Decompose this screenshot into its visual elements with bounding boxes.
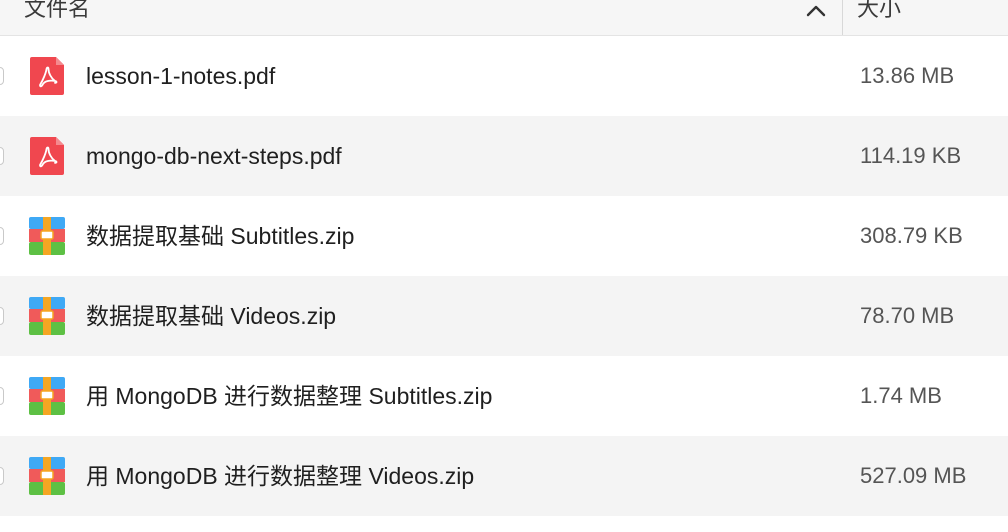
file-name: 用 MongoDB 进行数据整理 Videos.zip (86, 463, 475, 489)
pdf-file-icon (30, 57, 64, 95)
file-size: 78.70 MB (860, 303, 955, 328)
row-checkbox[interactable] (0, 307, 4, 325)
size-column-label: 大小 (857, 0, 902, 21)
zip-archive-icon (29, 297, 65, 335)
file-list: lesson-1-notes.pdf 13.86 MB mongo-db-nex… (0, 36, 1008, 516)
file-row[interactable]: 用 MongoDB 进行数据整理 Videos.zip 527.09 MB (0, 436, 1008, 516)
file-name: 数据提取基础 Videos.zip (86, 303, 337, 329)
row-checkbox[interactable] (0, 387, 4, 405)
file-name: 数据提取基础 Subtitles.zip (86, 223, 355, 249)
row-checkbox[interactable] (0, 467, 4, 485)
zip-archive-icon (29, 377, 65, 415)
file-size: 1.74 MB (860, 383, 942, 408)
row-checkbox[interactable] (0, 227, 4, 245)
file-size: 114.19 KB (860, 143, 962, 168)
size-column-header[interactable]: 大小 (843, 0, 1008, 35)
zip-archive-icon (29, 457, 65, 495)
column-header-bar: 文件名 大小 (0, 0, 1008, 36)
chevron-up-icon[interactable] (800, 0, 832, 22)
file-name: mongo-db-next-steps.pdf (86, 143, 342, 169)
file-row[interactable]: lesson-1-notes.pdf 13.86 MB (0, 36, 1008, 116)
name-column-label: 文件名 (24, 0, 91, 21)
file-list-window: 文件名 大小 lesson-1-notes.pdf 13.86 MB mongo… (0, 0, 1008, 532)
file-row[interactable]: 数据提取基础 Subtitles.zip 308.79 KB (0, 196, 1008, 276)
file-name: lesson-1-notes.pdf (86, 63, 276, 89)
row-checkbox[interactable] (0, 147, 4, 165)
row-checkbox[interactable] (0, 67, 4, 85)
file-row[interactable]: 数据提取基础 Videos.zip 78.70 MB (0, 276, 1008, 356)
file-size: 527.09 MB (860, 463, 967, 488)
file-size: 308.79 KB (860, 223, 963, 248)
pdf-file-icon (30, 137, 64, 175)
name-column-header[interactable]: 文件名 (0, 0, 842, 35)
file-row[interactable]: mongo-db-next-steps.pdf 114.19 KB (0, 116, 1008, 196)
file-size: 13.86 MB (860, 63, 955, 88)
file-row[interactable]: 用 MongoDB 进行数据整理 Subtitles.zip 1.74 MB (0, 356, 1008, 436)
zip-archive-icon (29, 217, 65, 255)
file-name: 用 MongoDB 进行数据整理 Subtitles.zip (86, 383, 493, 409)
